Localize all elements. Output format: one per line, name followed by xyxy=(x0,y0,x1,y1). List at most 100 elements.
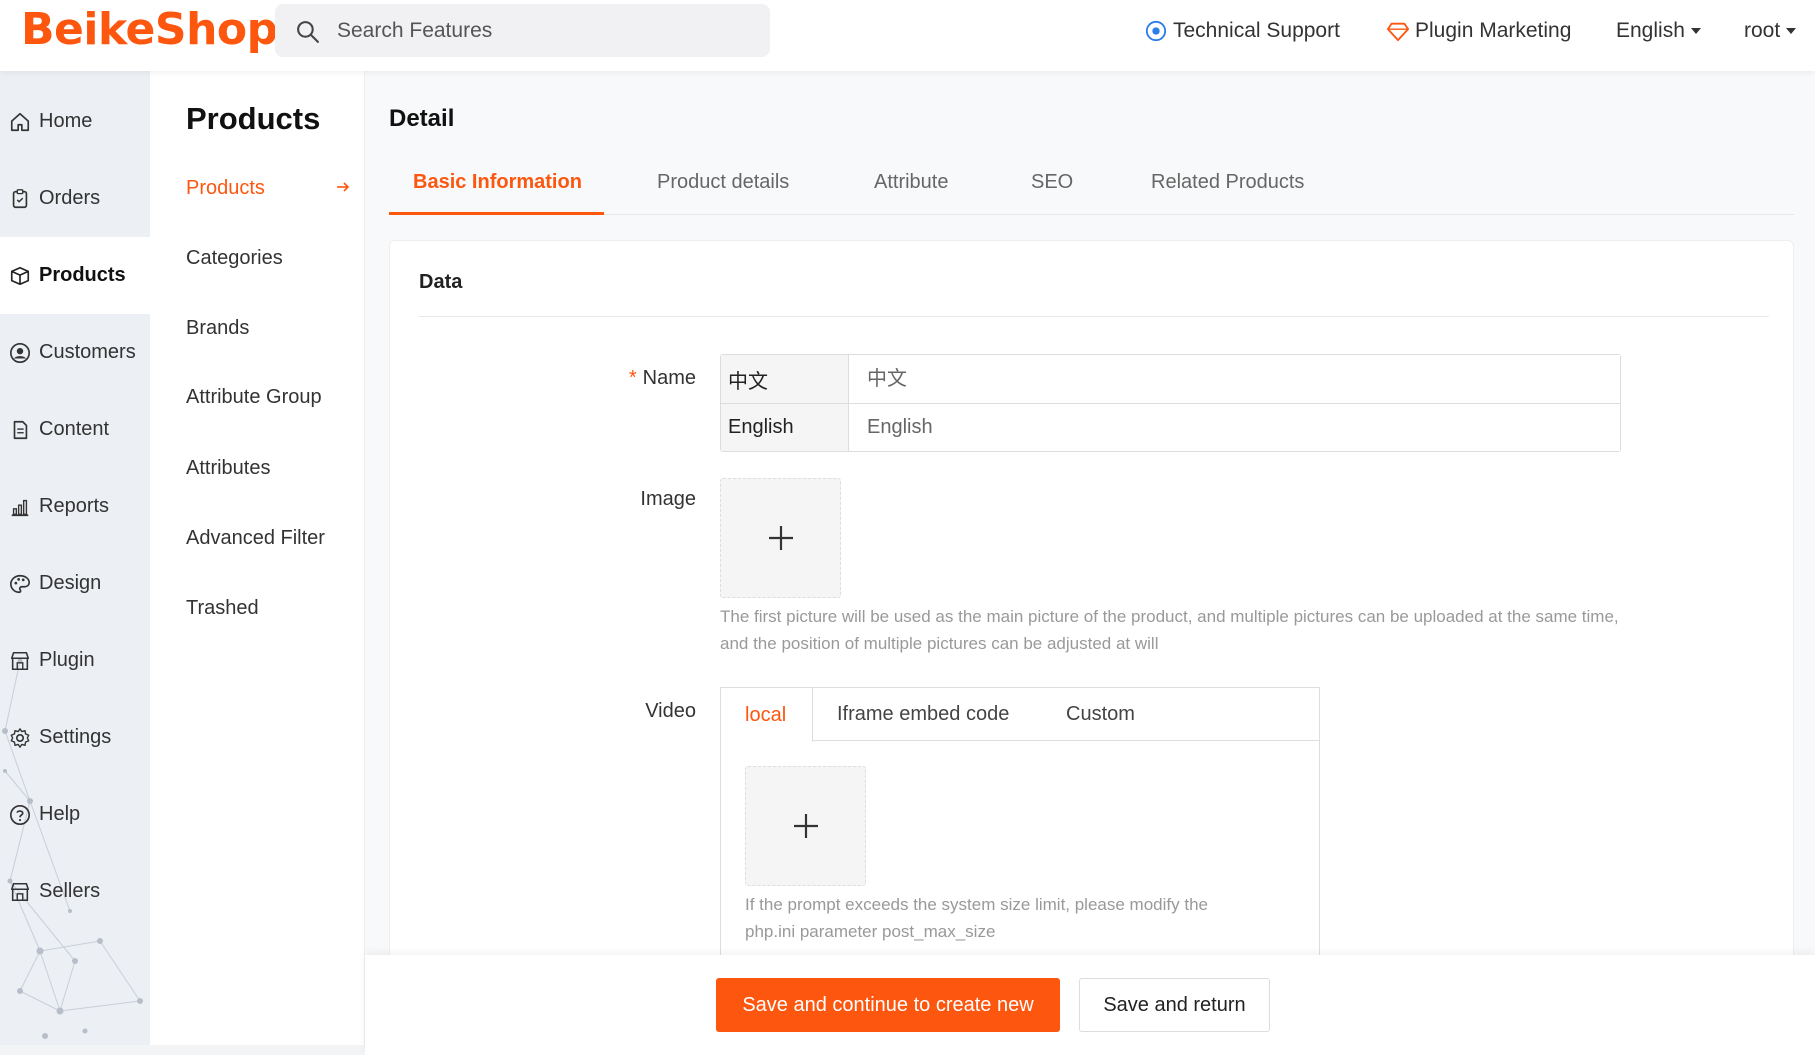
sidebar-item-label: Sellers xyxy=(39,880,101,902)
language-label: English xyxy=(1616,19,1685,42)
card-title: Data xyxy=(419,271,463,293)
name-label-text: Name xyxy=(642,367,696,389)
submenu-item-products[interactable]: Products xyxy=(186,177,265,200)
video-tab-iframe[interactable]: Iframe embed code xyxy=(837,688,1009,741)
top-header: BeikeShop Technical Support Plugin Marke… xyxy=(0,0,1815,71)
detail-tabs: Basic Information Product details Attrib… xyxy=(389,171,1794,215)
tab-related-products[interactable]: Related Products xyxy=(1151,171,1304,215)
tab-basic-information[interactable]: Basic Information xyxy=(389,171,604,215)
sidebar-item-label: Reports xyxy=(39,495,110,517)
language-tag: 中文 xyxy=(721,355,849,403)
diamond-icon xyxy=(1387,22,1409,42)
sidebar-item-label: Products xyxy=(39,264,126,286)
sidebar-item-label: Design xyxy=(39,572,102,594)
sidebar-item-products[interactable]: Products xyxy=(0,237,150,314)
gear-icon xyxy=(10,727,30,748)
name-input-group: 中文 English xyxy=(720,354,1621,452)
sidebar-item-orders[interactable]: Orders xyxy=(0,160,150,237)
name-row-en: English xyxy=(721,403,1620,451)
tab-product-details[interactable]: Product details xyxy=(657,171,789,215)
image-hint-line1: The first picture will be used as the ma… xyxy=(720,607,1619,626)
user-dropdown[interactable]: root xyxy=(1744,0,1797,62)
box-icon xyxy=(10,266,30,285)
divider xyxy=(419,316,1769,317)
sidebar-item-reports[interactable]: Reports xyxy=(0,468,150,545)
sidebar-item-help[interactable]: Help xyxy=(0,776,150,853)
name-label: * Name xyxy=(590,367,696,390)
main-sidebar: Home Orders Products Customers Content R… xyxy=(0,71,150,1045)
sidebar-item-label: Home xyxy=(39,110,93,132)
question-icon xyxy=(10,804,30,825)
image-label: Image xyxy=(640,488,696,510)
brand-logo[interactable]: BeikeShop xyxy=(21,4,278,55)
store-icon xyxy=(10,651,30,670)
page-title: Detail xyxy=(389,105,455,132)
user-circle-icon xyxy=(10,342,30,363)
home-icon xyxy=(10,112,30,131)
technical-support-label: Technical Support xyxy=(1173,19,1340,42)
required-asterisk: * xyxy=(628,367,637,389)
submenu-item-trashed[interactable]: Trashed xyxy=(186,597,259,620)
document-icon xyxy=(13,420,28,439)
search-input[interactable] xyxy=(337,4,757,57)
sidebar-item-content[interactable]: Content xyxy=(0,391,150,468)
arrow-right-icon xyxy=(337,182,350,192)
video-tabs: local Iframe embed code Custom xyxy=(721,688,1319,742)
image-hint-line2: and the position of multiple pictures ca… xyxy=(720,634,1159,653)
store-icon xyxy=(10,882,30,901)
image-upload-button[interactable] xyxy=(720,478,841,598)
video-hint: If the prompt exceeds the system size li… xyxy=(745,891,1208,945)
language-tag: English xyxy=(721,404,849,451)
submenu-item-attribute-group[interactable]: Attribute Group xyxy=(186,386,322,409)
sidebar-item-settings[interactable]: Settings xyxy=(0,699,150,776)
video-upload-button[interactable] xyxy=(745,766,866,886)
chevron-down-icon xyxy=(1786,28,1797,34)
tab-attribute[interactable]: Attribute xyxy=(874,171,948,215)
sidebar-item-label: Help xyxy=(39,803,81,825)
sidebar-item-customers[interactable]: Customers xyxy=(0,314,150,391)
language-dropdown[interactable]: English xyxy=(1616,0,1701,62)
sidebar-item-label: Customers xyxy=(39,341,136,363)
action-footer: Save and continue to create new Save and… xyxy=(365,955,1815,1055)
bar-chart-icon xyxy=(11,499,29,516)
sidebar-item-label: Settings xyxy=(39,726,112,748)
sidebar-item-label: Orders xyxy=(39,187,101,209)
video-hint-line1: If the prompt exceeds the system size li… xyxy=(745,895,1208,914)
sidebar-item-design[interactable]: Design xyxy=(0,545,150,622)
sidebar-item-home[interactable]: Home xyxy=(0,83,150,160)
plus-icon xyxy=(768,526,793,550)
submenu-title: Products xyxy=(186,101,321,136)
sidebar-item-plugin[interactable]: Plugin xyxy=(0,622,150,699)
save-and-create-new-button[interactable]: Save and continue to create new xyxy=(716,978,1060,1032)
palette-icon xyxy=(10,574,30,593)
sidebar-item-sellers[interactable]: Sellers xyxy=(0,853,150,930)
name-input-zh[interactable] xyxy=(850,355,1620,403)
products-submenu: Products Products Categories Brands Attr… xyxy=(150,71,365,1045)
submenu-item-categories[interactable]: Categories xyxy=(186,247,283,270)
name-input-en[interactable] xyxy=(850,404,1620,451)
chevron-down-icon xyxy=(1690,28,1701,34)
main-content: Detail Basic Information Product details… xyxy=(365,71,1815,1055)
sidebar-item-label: Plugin xyxy=(39,649,95,671)
plus-icon xyxy=(793,814,818,838)
user-label: root xyxy=(1744,19,1781,42)
support-icon xyxy=(1145,20,1167,42)
video-tab-local[interactable]: local xyxy=(721,688,813,742)
save-and-return-button[interactable]: Save and return xyxy=(1079,978,1270,1032)
plugin-marketing-link[interactable]: Plugin Marketing xyxy=(1387,0,1571,62)
plugin-marketing-label: Plugin Marketing xyxy=(1415,19,1572,42)
name-row-zh: 中文 xyxy=(721,355,1620,403)
video-label: Video xyxy=(645,700,696,722)
sidebar-item-label: Content xyxy=(39,418,110,440)
tab-seo[interactable]: SEO xyxy=(1031,171,1073,215)
submenu-item-brands[interactable]: Brands xyxy=(186,317,249,340)
search-icon xyxy=(297,21,319,43)
technical-support-link[interactable]: Technical Support xyxy=(1145,0,1340,62)
clipboard-icon xyxy=(12,188,28,208)
video-hint-line2: php.ini parameter post_max_size xyxy=(745,922,996,941)
video-tab-custom[interactable]: Custom xyxy=(1066,688,1135,741)
search-bar[interactable] xyxy=(275,4,770,57)
submenu-item-advanced-filter[interactable]: Advanced Filter xyxy=(186,527,325,550)
data-card: Data *Name 中文 English Image The first pi… xyxy=(389,240,1794,1055)
submenu-item-attributes[interactable]: Attributes xyxy=(186,457,270,480)
